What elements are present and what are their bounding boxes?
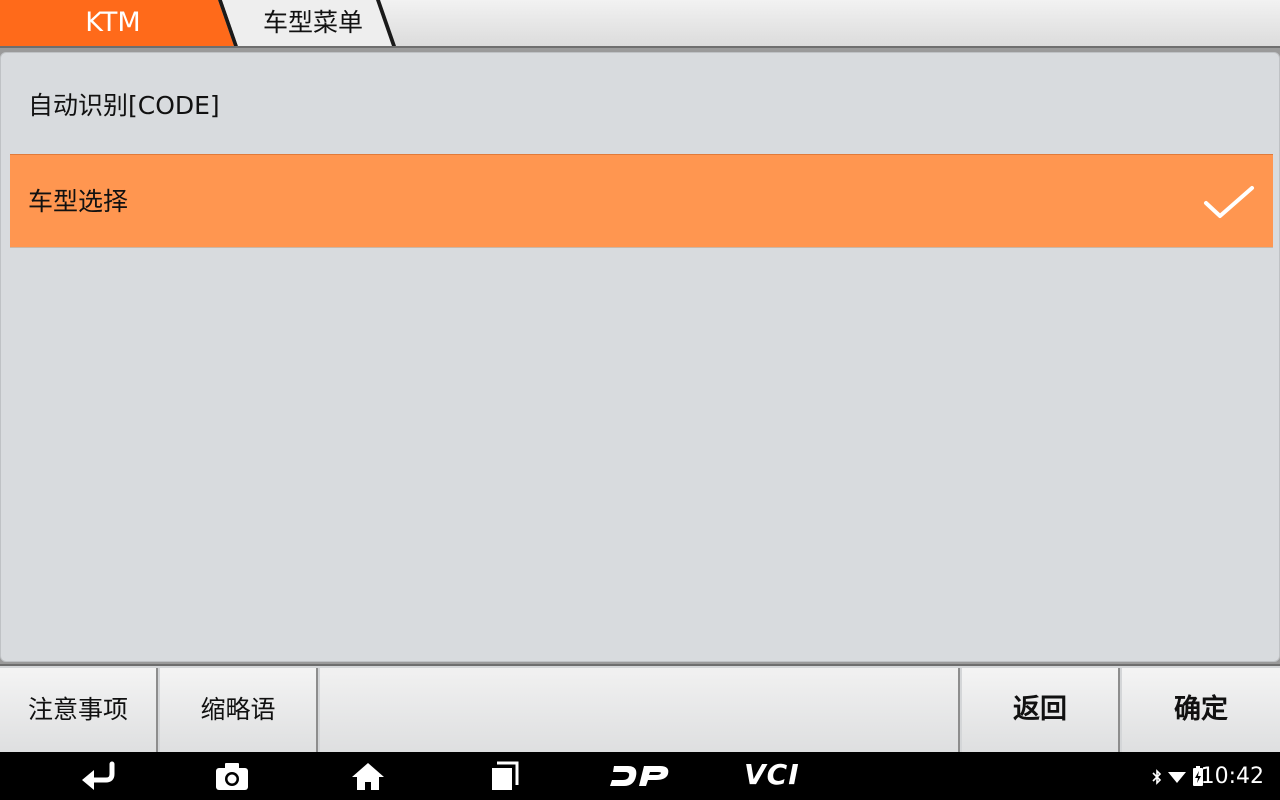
camera-icon[interactable]: [214, 760, 250, 792]
back-icon[interactable]: [78, 760, 118, 792]
status-time: 10:42: [1200, 764, 1264, 789]
bottom-toolbar: 注意事项 缩略语 返回 确定: [0, 664, 1280, 752]
menu-item-model-select[interactable]: 车型选择: [10, 154, 1273, 248]
system-navbar: VCI 10:42: [0, 752, 1280, 800]
checkmark-icon: [1204, 186, 1254, 218]
back-button[interactable]: 返回: [962, 668, 1120, 752]
menu-item-label: 自动识别[CODE]: [28, 91, 220, 120]
abbreviations-button[interactable]: 缩略语: [160, 668, 318, 752]
screen: KTM 车型菜单 自动识别[CODE] 车型选择 注意事项 缩略语 返回 确定: [0, 0, 1280, 800]
breadcrumb-root[interactable]: KTM: [0, 0, 226, 46]
bluetooth-icon: [1152, 769, 1162, 785]
menu-item-label: 车型选择: [28, 187, 129, 216]
notes-button[interactable]: 注意事项: [0, 668, 158, 752]
wifi-icon: [1168, 772, 1186, 783]
breadcrumb-current[interactable]: 车型菜单: [238, 0, 388, 46]
menu-list: 自动识别[CODE] 车型选择: [0, 52, 1280, 662]
recents-icon[interactable]: [488, 760, 520, 792]
menu-item-auto-identify[interactable]: 自动识别[CODE]: [10, 59, 1273, 153]
home-icon[interactable]: [350, 760, 386, 792]
toolbar-spacer: [320, 668, 960, 752]
vci-icon[interactable]: VCI: [744, 758, 800, 791]
breadcrumb: KTM 车型菜单: [0, 0, 1280, 48]
dp-logo-icon[interactable]: [610, 764, 670, 788]
confirm-button[interactable]: 确定: [1122, 668, 1280, 752]
